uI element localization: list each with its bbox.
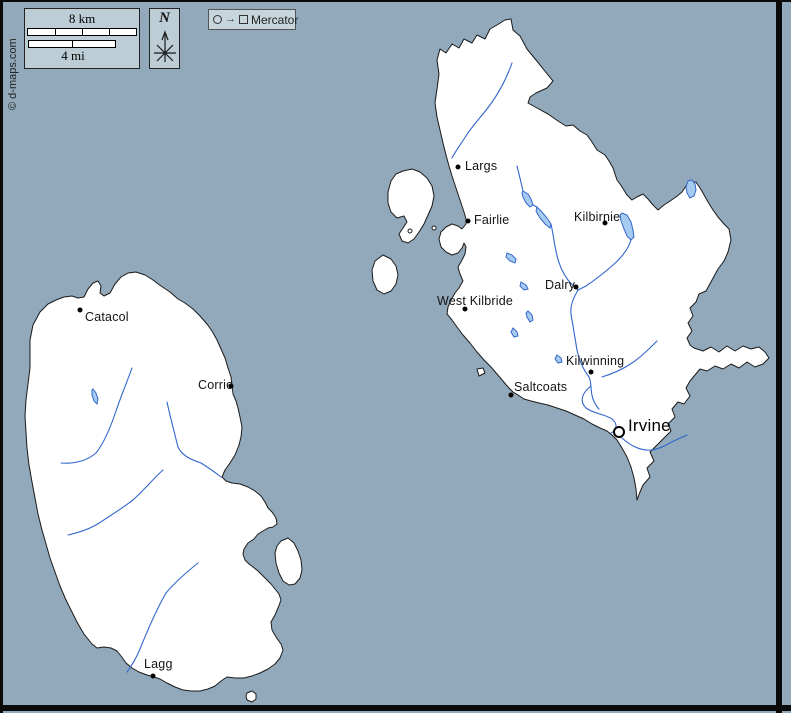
scale-tick (72, 41, 73, 47)
town-label: Corrie (198, 378, 233, 392)
town-marker (509, 393, 514, 398)
islet (432, 226, 436, 230)
town-label: Irvine (628, 416, 671, 436)
pladda-islet (246, 691, 256, 702)
mainland-north-ayrshire (435, 19, 769, 500)
town-marker (466, 219, 471, 224)
admin-center-marker (613, 426, 625, 438)
scale-bar-mi (28, 40, 116, 48)
frame-border-left (0, 0, 3, 713)
frame-border-bottom (0, 705, 791, 711)
scale-tick (82, 29, 83, 35)
town-label: Fairlie (474, 213, 509, 227)
projection-panel: → Mercator (208, 9, 296, 30)
town-marker (456, 165, 461, 170)
scale-bar-panel: 8 km 4 mi (24, 8, 140, 69)
town-marker (589, 370, 594, 375)
town-label: Lagg (144, 657, 173, 671)
scale-bar-km (27, 28, 137, 36)
projection-label: Mercator (251, 13, 298, 27)
compass-rose-icon (152, 27, 178, 65)
frame-border-right (776, 0, 782, 713)
scale-mi-label: 4 mi (28, 48, 118, 64)
compass-panel: N (149, 8, 180, 69)
town-label: Largs (465, 159, 497, 173)
town-label: Saltcoats (514, 380, 567, 394)
town-label: Kilwinning (566, 354, 624, 368)
north-label: N (150, 9, 179, 27)
scale-km-label: 8 km (25, 11, 139, 27)
copyright-attribution: © d-maps.com (7, 38, 19, 110)
arrow-right-icon: → (225, 14, 236, 25)
scale-tick (109, 29, 110, 35)
town-label: Catacol (85, 310, 129, 324)
map-canvas (0, 0, 791, 713)
flat-map-square-icon (239, 15, 248, 24)
globe-circle-icon (213, 15, 222, 24)
isle-of-arran-landmass (25, 272, 283, 691)
scale-tick (55, 29, 56, 35)
islet (408, 229, 412, 233)
islet (477, 368, 485, 376)
town-label: Kilbirnie (574, 210, 620, 224)
map-viewport: © d-maps.com 8 km 4 mi N → Mercator (0, 0, 791, 713)
town-label: Dalry (545, 278, 575, 292)
town-label: West Kilbride (437, 294, 513, 308)
town-marker (151, 674, 156, 679)
town-marker (78, 308, 83, 313)
frame-border-top (0, 0, 791, 2)
holy-isle-island (275, 538, 302, 585)
little-cumbrae-island (372, 255, 398, 294)
